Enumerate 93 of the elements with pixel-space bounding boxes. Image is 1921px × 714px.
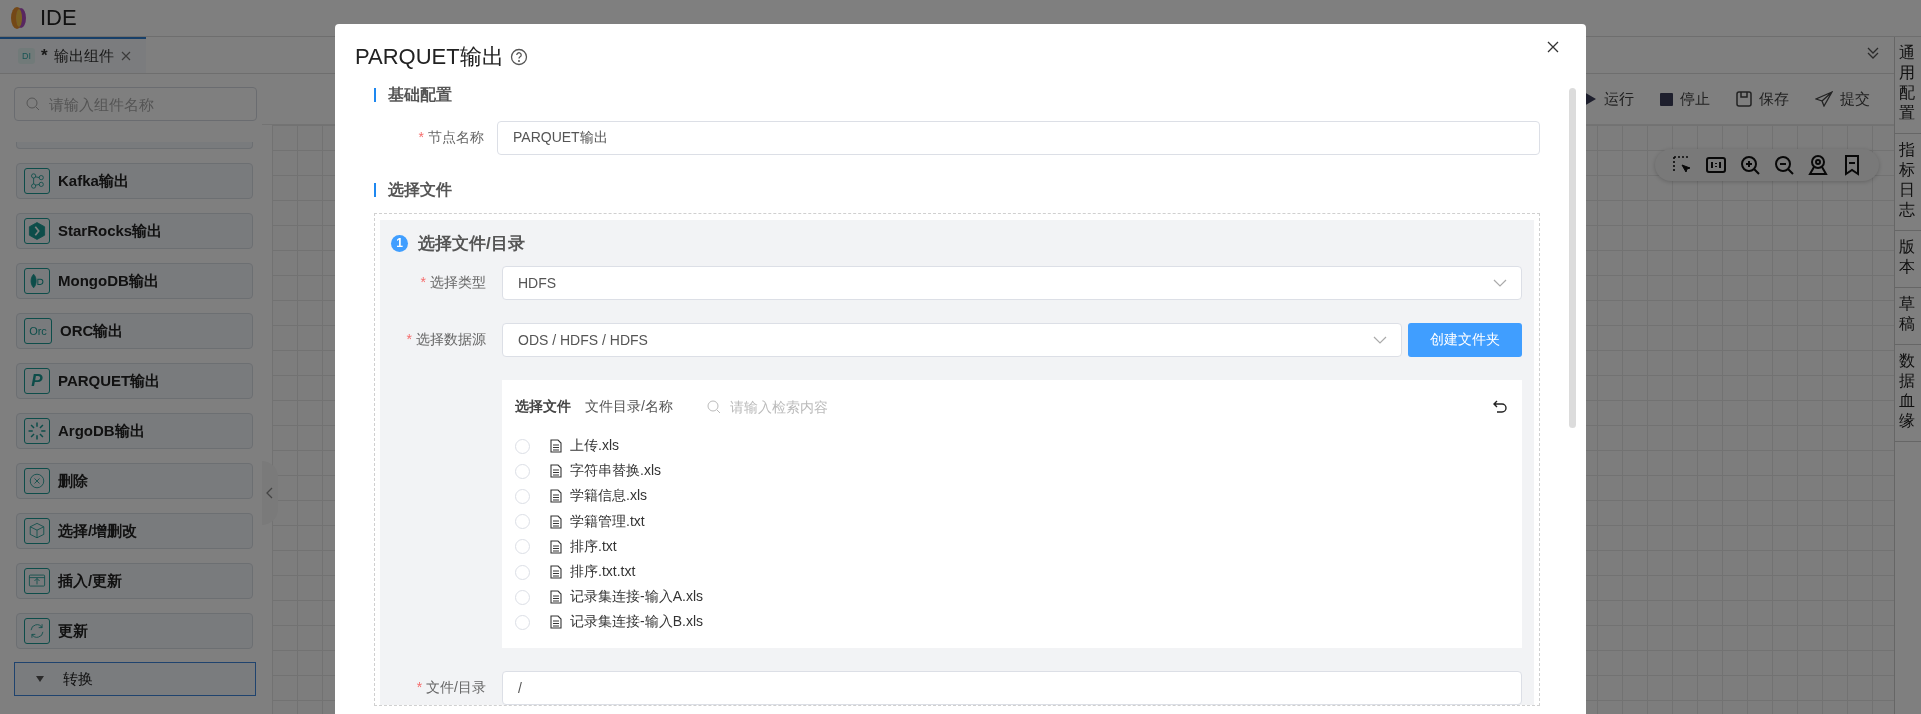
parquet-icon: P xyxy=(24,368,50,394)
component-item[interactable]: 删除 xyxy=(16,463,253,499)
unsaved-mark: * xyxy=(41,46,48,66)
step-number: 1 xyxy=(391,234,408,252)
component-item[interactable]: 更新 xyxy=(16,613,253,649)
file-icon xyxy=(550,464,562,479)
file-icon xyxy=(550,489,562,504)
file-browser-title: 选择文件 xyxy=(515,398,571,416)
side-tab[interactable]: 草稿 xyxy=(1895,288,1921,345)
file-icon xyxy=(550,590,562,605)
file-name[interactable]: 记录集连接-输入B.xls xyxy=(570,613,703,632)
close-icon xyxy=(119,50,132,62)
required-mark: * xyxy=(420,274,426,292)
required-mark: * xyxy=(416,678,423,697)
text-field[interactable]: PARQUET输出 xyxy=(497,121,1540,155)
component-item[interactable]: ArgoDB输出 xyxy=(16,413,253,449)
category-label: 转换 xyxy=(63,669,93,689)
dialog-title: PARQUET输出 xyxy=(355,43,504,71)
file-icon xyxy=(550,514,562,529)
paper-plane-icon xyxy=(1815,91,1833,107)
tab-badge: DI xyxy=(18,48,35,64)
step-title: 选择文件/目录 xyxy=(418,232,525,255)
radio-button[interactable] xyxy=(515,438,530,454)
field-label: 节点名称 xyxy=(428,129,484,147)
search-icon xyxy=(25,96,41,112)
file-name[interactable]: 学籍管理.txt xyxy=(570,512,645,531)
radio-button[interactable] xyxy=(515,514,530,530)
scrollbar[interactable] xyxy=(1569,88,1576,428)
file-name[interactable]: 排序.txt xyxy=(570,537,617,556)
field-label: 选择类型 xyxy=(430,274,486,292)
undo-icon xyxy=(1492,399,1508,415)
close-icon xyxy=(1546,40,1560,54)
component-item[interactable]: P PARQUET输出 xyxy=(16,363,253,399)
field-label: 选择数据源 xyxy=(416,331,486,349)
double-chevron-icon xyxy=(1866,46,1880,60)
file-name[interactable]: 排序.txt.txt xyxy=(570,563,636,582)
tab[interactable]: DI * 输出组件 xyxy=(0,37,146,73)
chevron-down-icon xyxy=(1493,279,1507,287)
hexagon-icon xyxy=(26,220,48,242)
orc-icon: Orc xyxy=(24,318,52,344)
component-item[interactable]: MongoDB输出 xyxy=(16,263,253,299)
radio-button[interactable] xyxy=(515,564,530,580)
text-field[interactable]: / xyxy=(502,670,1522,705)
select-field[interactable]: HDFS xyxy=(502,266,1522,300)
side-tab[interactable]: 通用配置 xyxy=(1895,37,1921,134)
one-to-one-icon xyxy=(1705,154,1727,176)
required-mark: * xyxy=(406,331,412,349)
component-item[interactable]: 插入/更新 xyxy=(16,563,253,599)
file-name[interactable]: 记录集连接-输入A.xls xyxy=(570,588,703,607)
side-tab[interactable]: 数据血缘 xyxy=(1895,345,1921,442)
zoom-in-icon xyxy=(1739,154,1761,176)
side-tab[interactable]: 版本 xyxy=(1895,231,1921,288)
column-header: 文件目录/名称 xyxy=(585,398,673,416)
caret-down-icon xyxy=(35,675,45,683)
app-title: IDE xyxy=(40,5,77,31)
section-heading: 基础配置 xyxy=(374,88,1540,102)
file-icon xyxy=(550,615,562,630)
zoom-out-icon xyxy=(1773,154,1795,176)
toolbar-button[interactable]: 提交 xyxy=(1813,85,1872,113)
help-icon xyxy=(509,48,528,66)
section-heading: 选择文件 xyxy=(374,183,1540,197)
component-item[interactable]: StarRocks输出 xyxy=(16,213,253,249)
side-tab[interactable]: 指标日志 xyxy=(1895,134,1921,231)
component-item[interactable]: 选择/增删改 xyxy=(16,513,253,549)
component-item[interactable]: Orc ORC输出 xyxy=(16,313,253,349)
stop-icon xyxy=(1660,92,1673,106)
file-name[interactable]: 字符串替换.xls xyxy=(570,462,661,481)
file-icon xyxy=(550,439,562,454)
file-icon xyxy=(550,565,562,580)
collapse-handle[interactable] xyxy=(262,461,278,525)
search-icon xyxy=(706,400,721,414)
file-name[interactable]: 上传.xls xyxy=(570,437,619,456)
radio-button[interactable] xyxy=(515,539,530,555)
chevron-down-icon xyxy=(1373,336,1387,344)
component-item[interactable]: Kafka输出 xyxy=(16,163,253,199)
file-name[interactable]: 学籍信息.xls xyxy=(570,487,647,506)
burst-icon xyxy=(26,420,48,442)
create-folder-button[interactable]: 创建文件夹 xyxy=(1408,323,1522,357)
location-pin-icon xyxy=(1807,154,1829,176)
file-icon xyxy=(550,539,562,554)
toolbar-button[interactable]: 停止 xyxy=(1658,85,1712,113)
radio-button[interactable] xyxy=(515,488,530,504)
radio-button[interactable] xyxy=(515,463,530,479)
chevron-left-icon xyxy=(266,487,274,499)
select-field[interactable]: ODS / HDFS / HDFS xyxy=(502,323,1402,357)
radio-button[interactable] xyxy=(515,589,530,605)
category-header[interactable]: 转换 xyxy=(14,662,256,696)
file-search-field[interactable]: 请输入检索内容 xyxy=(727,398,932,416)
radio-button[interactable] xyxy=(515,614,530,630)
required-mark: * xyxy=(418,129,424,147)
field-label: 文件/目录 xyxy=(426,678,486,697)
toolbar-button[interactable]: 保存 xyxy=(1734,85,1791,113)
floppy-icon xyxy=(1736,91,1752,107)
